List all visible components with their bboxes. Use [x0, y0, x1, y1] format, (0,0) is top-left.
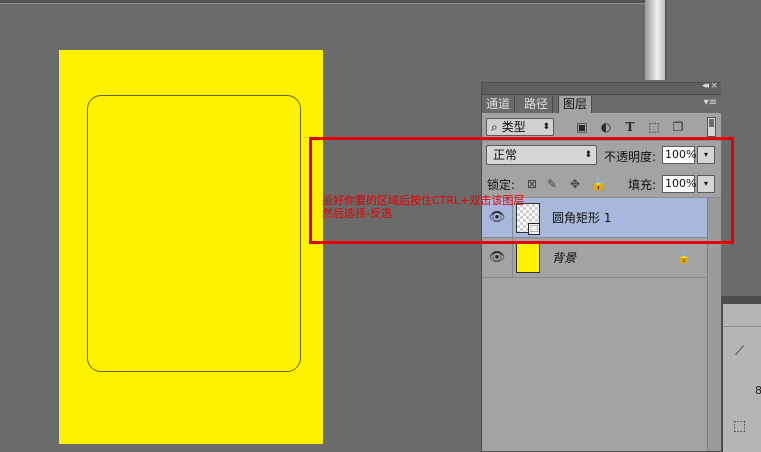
search-icon: ⌕	[491, 120, 498, 134]
lock-pixels-brush-icon[interactable]: ✎	[545, 177, 559, 191]
tab-channels[interactable]: 通道	[482, 96, 516, 113]
annotation-line-2: 然后选择-反选	[322, 207, 392, 220]
image-filter-icon[interactable]: ▣	[575, 120, 589, 134]
layers-panel: ◂◂ × 通道 路径 图层 ▾≡ ⌕ 类型 ⬍ ▣ ◐ T ⬚ ❐ 正常 ⬍ 不…	[481, 81, 721, 452]
filter-toggle-switch[interactable]	[707, 117, 716, 137]
smart-object-filter-icon[interactable]: ❐	[671, 120, 685, 134]
properties-panel-partial: ⟋ 8 ⬚	[721, 296, 761, 452]
chevron-updown-icon: ⬍	[584, 150, 592, 160]
fill-dropdown-button[interactable]: ▾	[697, 175, 715, 193]
chevron-updown-icon: ⬍	[542, 122, 550, 132]
opacity-label: 不透明度:	[604, 150, 657, 164]
layer-name[interactable]: 圆角矩形 1	[552, 198, 611, 238]
layer-filter-select[interactable]: ⌕ 类型 ⬍	[486, 118, 554, 136]
adjustment-filter-icon[interactable]: ◐	[599, 120, 613, 134]
lock-all-icon[interactable]: 🔒	[591, 177, 606, 191]
document-top-border	[0, 3, 645, 4]
layers-scrollbar[interactable]	[707, 198, 721, 451]
opacity-input[interactable]: 100%	[662, 146, 696, 164]
panel-menu-icon[interactable]: ▾≡	[704, 97, 717, 108]
layer-row-background[interactable]: 👁 背景 🔒	[482, 238, 707, 278]
fill-input[interactable]: 100%	[662, 175, 696, 193]
shape-filter-icon[interactable]: ⬚	[647, 120, 661, 134]
document-vertical-scrollbar[interactable]	[645, 0, 665, 80]
opacity-dropdown-button[interactable]: ▾	[697, 146, 715, 164]
lock-transparency-icon[interactable]: ⊠	[525, 177, 539, 191]
lock-position-move-icon[interactable]: ✥	[568, 177, 582, 191]
blend-mode-select[interactable]: 正常 ⬍	[486, 145, 597, 165]
fill-label: 填充:	[628, 178, 657, 192]
collapse-panel-icon[interactable]: ◂◂	[702, 81, 709, 91]
layer-filter-value: 类型	[501, 120, 526, 134]
value-text: 8	[755, 384, 761, 397]
annotation-line-1: 画好你要的区域后按住CTRL+双击该图层	[322, 194, 525, 207]
layer-name[interactable]: 背景	[552, 238, 576, 278]
divider	[723, 326, 761, 327]
tab-layers[interactable]: 图层	[558, 96, 593, 113]
layer-thumbnail	[516, 243, 540, 273]
layer-lock-icon: 🔒	[677, 251, 691, 264]
blend-mode-value: 正常	[493, 148, 518, 162]
document-canvas[interactable]	[59, 50, 323, 444]
type-filter-icon[interactable]: T	[623, 120, 637, 134]
lock-label: 锁定:	[487, 178, 516, 192]
divider	[482, 140, 721, 141]
panel-tabs: 通道 路径 图层 ▾≡	[482, 95, 721, 113]
rounded-rectangle-shape[interactable]	[87, 95, 301, 372]
close-panel-icon[interactable]: ×	[710, 81, 718, 91]
transform-icon[interactable]: ⬚	[733, 418, 746, 434]
eyedropper-icon[interactable]: ⟋	[735, 344, 744, 359]
annotation-text: 画好你要的区域后按住CTRL+双击该图层 然后选择-反选	[322, 194, 524, 220]
tab-paths[interactable]: 路径	[520, 96, 554, 113]
panel-title-bar[interactable]: ◂◂ ×	[482, 81, 721, 95]
visibility-eye-icon[interactable]: 👁	[482, 238, 513, 278]
vector-shape-badge-icon: ⬚	[528, 223, 540, 235]
